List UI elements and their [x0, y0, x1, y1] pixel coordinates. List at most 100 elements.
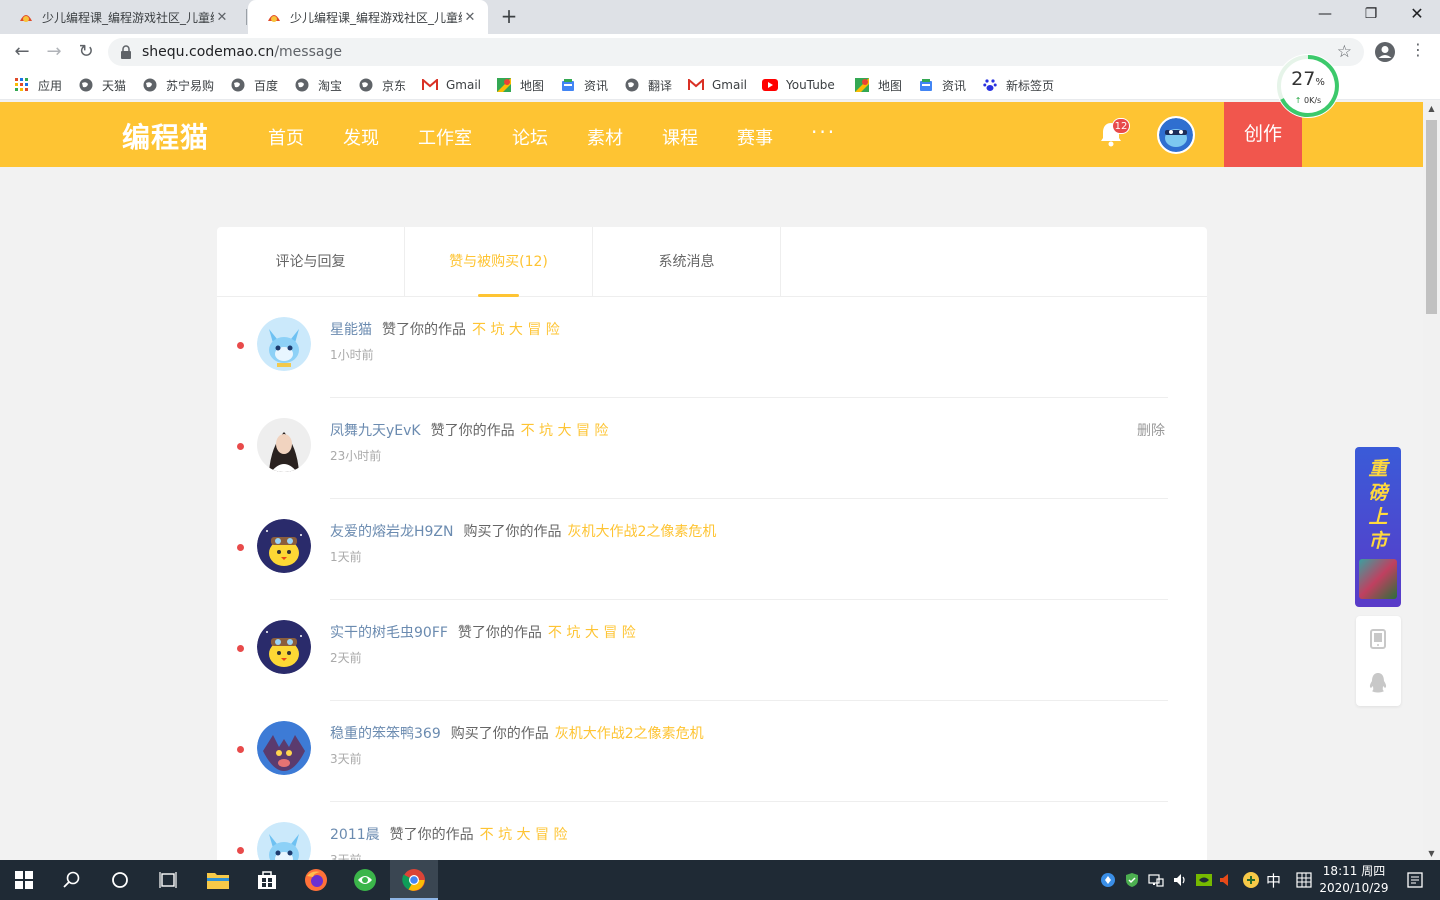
user-name-link[interactable]: 凤舞九天yEvK	[330, 423, 421, 439]
action-center-icon[interactable]	[1406, 871, 1424, 889]
bookmark-label: 新标签页	[1006, 78, 1055, 93]
browser-menu-icon[interactable]: ⋮	[1410, 40, 1426, 59]
browser-tab[interactable]: 少儿编程课_编程游戏社区_儿童编 ✕	[0, 0, 240, 34]
network-icon[interactable]	[1146, 870, 1166, 890]
promo-banner[interactable]: 重磅上市	[1355, 447, 1401, 607]
user-name-link[interactable]: 实干的树毛虫90FF	[330, 625, 448, 641]
apps-grid-icon	[14, 77, 30, 93]
page-scrollbar[interactable]: ▲ ▼	[1423, 102, 1440, 860]
profile-icon[interactable]	[1374, 41, 1396, 63]
system-clock[interactable]: 18:11 周四 2020/10/29	[1318, 863, 1390, 897]
nav-studio[interactable]: 工作室	[418, 124, 472, 150]
back-button[interactable]: ←	[8, 38, 36, 66]
search-button[interactable]	[48, 860, 96, 900]
message-text: 2011晨 赞了你的作品不 坑 大 冒 险	[330, 824, 567, 844]
volume-icon[interactable]	[1170, 870, 1190, 890]
tab-likes-purchases[interactable]: 赞与被购买(12)	[405, 227, 593, 297]
scroll-up-arrow-icon[interactable]: ▲	[1423, 104, 1440, 113]
work-title-link[interactable]: 不 坑 大 冒 险	[480, 827, 568, 843]
user-name-link[interactable]: 2011晨	[330, 827, 380, 843]
close-window-button[interactable]: ✕	[1394, 0, 1440, 30]
store-button[interactable]	[243, 860, 291, 900]
bookmark-gmail-2[interactable]: Gmail	[688, 76, 747, 94]
promo-char: 上	[1368, 506, 1388, 528]
bookmark-apps[interactable]: 应用	[14, 76, 62, 94]
browser-tab-active[interactable]: 少儿编程课_编程游戏社区_儿童编 ✕	[248, 0, 488, 34]
work-title-link[interactable]: 不 坑 大 冒 险	[472, 322, 560, 338]
work-title-link[interactable]: 灰机大作战2之像素危机	[568, 524, 717, 540]
nav-home[interactable]: 首页	[268, 124, 304, 150]
yellow-pilot-avatar[interactable]	[257, 620, 311, 674]
notification-count-badge: 12	[1112, 118, 1130, 134]
address-bar[interactable]: shequ.codemao.cn/message ☆	[108, 38, 1364, 66]
maximize-window-button[interactable]: ❐	[1348, 0, 1394, 30]
scroll-down-arrow-icon[interactable]: ▼	[1423, 849, 1440, 858]
user-avatar[interactable]	[1157, 116, 1195, 154]
network-speed-widget[interactable]: 27% ↑ 0K/s	[1276, 54, 1340, 118]
tab-system-messages[interactable]: 系统消息	[593, 227, 781, 297]
bookmark-new-tab[interactable]: 新标签页	[982, 76, 1054, 94]
work-title-link[interactable]: 灰机大作战2之像素危机	[555, 726, 704, 742]
nav-events[interactable]: 赛事	[737, 124, 773, 150]
forward-button[interactable]: →	[40, 38, 68, 66]
user-name-link[interactable]: 友爱的熔岩龙H9ZN	[330, 524, 454, 540]
cortana-button[interactable]	[96, 860, 144, 900]
blue-cat-avatar[interactable]	[257, 317, 311, 371]
cortana-circle-icon	[112, 872, 128, 888]
bookmark-news[interactable]: 资讯	[560, 76, 608, 94]
browser-360-button[interactable]	[341, 860, 389, 900]
input-method-label[interactable]: 中	[1266, 870, 1281, 891]
message-action: 购买了你的作品	[450, 726, 549, 742]
bookmark-jd[interactable]: 京东	[358, 76, 406, 94]
mobile-phone-icon[interactable]	[1370, 629, 1386, 649]
tray-app-icon[interactable]	[1098, 870, 1118, 890]
work-title-link[interactable]: 不 坑 大 冒 险	[521, 423, 609, 439]
nav-discover[interactable]: 发现	[343, 124, 379, 150]
bookmark-baidu[interactable]: 百度	[230, 76, 278, 94]
close-tab-icon[interactable]: ✕	[214, 10, 230, 25]
qq-penguin-icon[interactable]	[1368, 672, 1388, 694]
minimize-window-button[interactable]: —	[1302, 0, 1348, 30]
new-tab-button[interactable]: +	[497, 5, 521, 29]
speed-rate: ↑ 0K/s	[1294, 96, 1322, 105]
bookmark-tmall[interactable]: 天猫	[78, 76, 126, 94]
delete-message-button[interactable]: 删除	[1137, 420, 1165, 440]
bookmark-maps[interactable]: 地图	[496, 76, 544, 94]
user-name-link[interactable]: 稳重的笨笨鸭369	[330, 726, 441, 742]
nav-courses[interactable]: 课程	[662, 124, 698, 150]
nav-materials[interactable]: 素材	[587, 124, 623, 150]
firefox-button[interactable]	[292, 860, 340, 900]
bookmark-taobao[interactable]: 淘宝	[294, 76, 342, 94]
reload-button[interactable]: ↻	[72, 38, 100, 66]
ime-status-icon[interactable]	[1241, 870, 1261, 890]
nav-forum[interactable]: 论坛	[512, 124, 548, 150]
yellow-pilot-avatar[interactable]	[257, 519, 311, 573]
tab-comments-replies[interactable]: 评论与回复	[217, 227, 405, 297]
photo-avatar[interactable]	[257, 418, 311, 472]
security-shield-icon[interactable]	[1122, 870, 1142, 890]
nvidia-icon[interactable]	[1194, 870, 1214, 890]
site-logo[interactable]: 编程猫	[122, 116, 209, 156]
bookmark-maps-2[interactable]: 地图	[854, 76, 902, 94]
chrome-button[interactable]	[390, 860, 438, 900]
file-explorer-button[interactable]	[194, 860, 242, 900]
task-view-button[interactable]	[144, 860, 192, 900]
bookmark-translate[interactable]: 翻译	[624, 76, 672, 94]
bookmark-youtube[interactable]: YouTube	[762, 76, 835, 94]
promo-text: 重磅上市	[1355, 457, 1401, 553]
work-title-link[interactable]: 不 坑 大 冒 险	[548, 625, 636, 641]
tab-title: 少儿编程课_编程游戏社区_儿童编	[290, 10, 462, 25]
speaker-muted-icon[interactable]	[1216, 870, 1236, 890]
scroll-thumb[interactable]	[1426, 120, 1437, 314]
bookmark-news-2[interactable]: 资讯	[918, 76, 966, 94]
site-header: 编程猫 首页 发现 工作室 论坛 素材 课程 赛事 ···	[0, 102, 1423, 167]
unread-dot	[237, 847, 244, 854]
bat-avatar[interactable]	[257, 721, 311, 775]
start-button[interactable]	[0, 860, 48, 900]
bookmark-gmail[interactable]: Gmail	[422, 76, 481, 94]
user-name-link[interactable]: 星能猫	[330, 322, 372, 338]
bookmark-suning[interactable]: 苏宁易购	[142, 76, 214, 94]
nav-more[interactable]: ···	[811, 120, 836, 144]
close-tab-icon[interactable]: ✕	[462, 10, 478, 25]
keyboard-grid-icon[interactable]	[1294, 870, 1314, 890]
